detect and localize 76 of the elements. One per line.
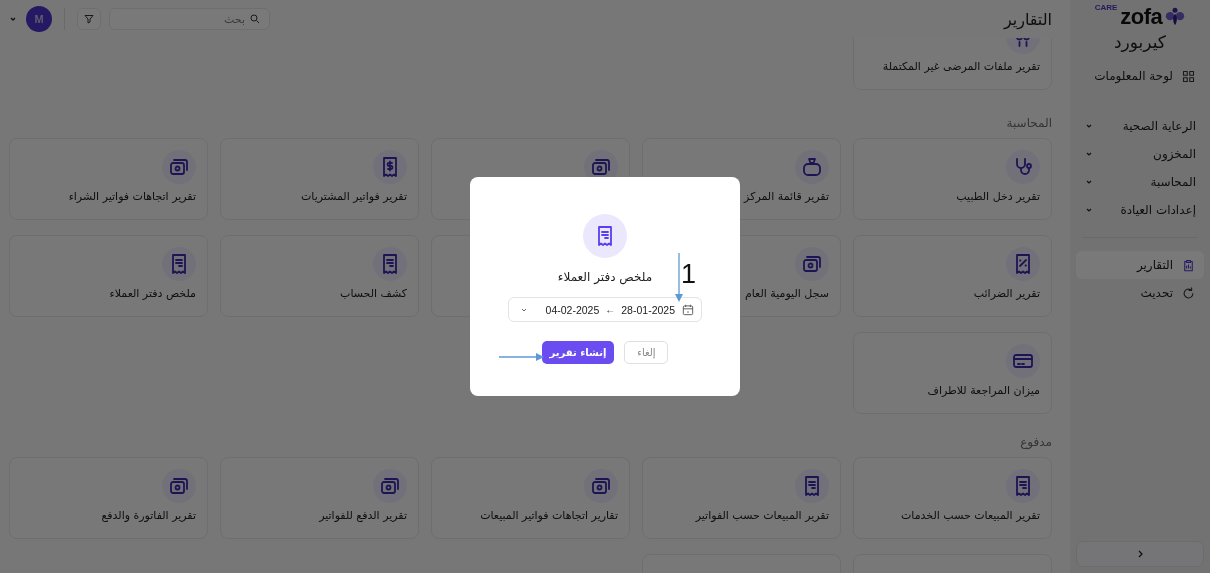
report-title: ميزان المراجعة للاطراف	[927, 384, 1040, 397]
banknote-icon	[795, 247, 829, 281]
cancel-button[interactable]: إلغاء	[624, 341, 669, 364]
logo-tagline: CARE	[1094, 3, 1118, 12]
banknote-icon	[162, 150, 196, 184]
clipboard-icon	[1181, 257, 1196, 273]
logo-wordmark: zofa	[1120, 4, 1163, 30]
report-title: تقرير ملفات المرضى غير المكتملة	[882, 60, 1040, 73]
dollar-receipt-icon	[373, 150, 407, 184]
report-title: تقارير اتجاهات فواتير المبيعات	[480, 509, 618, 522]
report-card[interactable]: كشف الحساب	[220, 235, 419, 317]
report-title: سجل اليومية العام	[744, 287, 829, 300]
receipt-icon	[373, 247, 407, 281]
receipt-icon	[583, 214, 627, 258]
range-arrow: ←	[605, 304, 616, 315]
search-field[interactable]: بحث	[118, 9, 245, 29]
date-range-field[interactable]: 04-02-2025 ← 28-01-2025	[508, 297, 702, 322]
report-card[interactable]: تقرير الضرائب	[853, 235, 1052, 317]
nav-group[interactable]: الرعاية الصحية	[1076, 112, 1204, 140]
annotation-arrow	[499, 353, 545, 361]
grid-icon	[1181, 68, 1196, 84]
report-card[interactable]: ملخص دفتر العملاء	[9, 235, 208, 317]
report-card[interactable]: تقرير دخل الطبيب	[853, 138, 1052, 220]
nav-item[interactable]: تحديث	[1076, 279, 1204, 307]
nav-item[interactable]: لوحة المعلومات	[1076, 62, 1204, 90]
report-title: تقرير الدفع للفواتير	[319, 509, 407, 522]
annotation-arrow	[675, 253, 683, 303]
report-card[interactable]: تقرير المبيعات حسب الفواتير	[642, 457, 841, 539]
search-icon	[249, 13, 261, 25]
report-title: تقرير قائمة المركز	[744, 190, 829, 203]
card-icon	[1006, 344, 1040, 378]
logo-icon	[1165, 7, 1186, 27]
report-title: كشف الحساب	[340, 287, 407, 300]
annotation-label: 1	[681, 261, 697, 288]
banknote-icon	[373, 469, 407, 503]
percent-receipt-icon	[1006, 247, 1040, 281]
refresh-icon	[1181, 285, 1196, 301]
report-card[interactable]: ميزان المراجعة للاطراف	[853, 332, 1052, 414]
report-card[interactable]: تقرير اتجاهات فواتير الشراء	[9, 138, 208, 220]
nav-group[interactable]: المخزون	[1076, 140, 1204, 168]
page-title: التقارير	[1003, 9, 1052, 29]
create-report-button[interactable]: إنشاء تقرير	[541, 341, 615, 364]
report-title: ملخص دفتر العملاء	[109, 287, 196, 300]
report-title: تقرير الضرائب	[973, 287, 1040, 300]
report-title: تقرير الفاتورة والدفع	[101, 509, 196, 522]
report-card[interactable]: تقرير الفاتورة والدفع	[9, 457, 208, 539]
banknote-icon	[584, 469, 618, 503]
search-bar[interactable]: بحث	[109, 8, 270, 30]
nav-item[interactable]: التقارير	[1076, 251, 1204, 279]
stethoscope-icon	[1006, 150, 1040, 184]
nav-group[interactable]: إعدادات العيادة	[1076, 196, 1204, 224]
report-title: تقرير المبيعات حسب الفواتير	[695, 509, 829, 522]
calendar-icon	[681, 302, 695, 317]
report-card[interactable]: تقرير فواتير المشتريات	[220, 138, 419, 220]
banknote-icon	[162, 469, 196, 503]
collapse-button[interactable]	[1076, 541, 1204, 567]
report-card[interactable]: تقرير المبيعات حسب الخدمات	[853, 457, 1052, 539]
filter-button[interactable]	[77, 8, 101, 30]
report-card[interactable]: تقرير الدفع للفواتير	[220, 457, 419, 539]
clinic-name: كيربورد	[1113, 32, 1167, 52]
end-date: 04-02-2025	[545, 303, 600, 316]
receipt-icon	[795, 469, 829, 503]
report-title: تقرير اتجاهات فواتير الشراء	[68, 190, 196, 203]
filter-icon	[83, 13, 95, 25]
receipt-icon	[162, 247, 196, 281]
bag-icon	[795, 150, 829, 184]
report-card[interactable]: تقرير ملفات المرضى غير المكتملة	[853, 38, 1052, 90]
section-title: مدفوع	[1019, 435, 1052, 451]
report-title: تقرير دخل الطبيب	[956, 190, 1040, 203]
user-avatar[interactable]: M	[26, 6, 52, 32]
section-title: المحاسبة	[1005, 116, 1052, 132]
report-title: تقرير المبيعات حسب الخدمات	[900, 509, 1040, 522]
receipt-icon	[1006, 469, 1040, 503]
report-card[interactable]: تقارير اتجاهات فواتير المبيعات	[431, 457, 630, 539]
report-title: تقرير فواتير المشتريات	[301, 190, 407, 203]
nav-group[interactable]: المحاسبة	[1076, 168, 1204, 196]
